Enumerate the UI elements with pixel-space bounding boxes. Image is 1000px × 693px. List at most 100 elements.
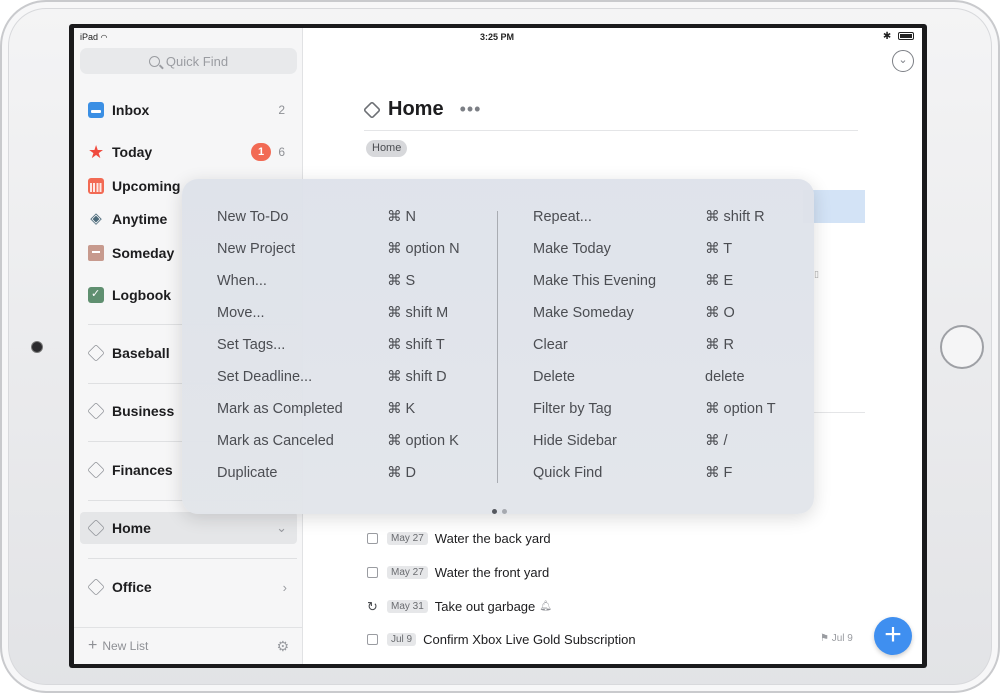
shortcut-keys: ⌘ option K	[387, 433, 459, 449]
search-icon	[148, 55, 160, 67]
quick-find-field[interactable]: Quick Find	[80, 48, 297, 74]
more-options-button[interactable]: •••	[460, 99, 482, 120]
sidebar-item-label: Home	[112, 520, 151, 536]
shortcut-action: Mark as Canceled	[217, 433, 334, 449]
sidebar-item-label: Logbook	[112, 287, 172, 303]
quick-find-placeholder: Quick Find	[165, 53, 229, 69]
sidebar-area-office[interactable]: Office ›	[80, 571, 297, 603]
shortcut-action: Make Today	[533, 241, 611, 257]
area-icon	[87, 461, 105, 479]
task-row[interactable]: May 27 Water the back yard	[367, 528, 551, 548]
page-dot-active[interactable]	[491, 509, 497, 514]
project-header: Home •••	[362, 98, 482, 121]
plus-icon: +	[88, 637, 98, 654]
task-row[interactable]: May 27 Water the front yard	[367, 562, 549, 582]
date-tag: May 31	[387, 599, 428, 613]
home-button[interactable]	[940, 325, 984, 369]
divider	[88, 558, 297, 559]
divider	[813, 412, 865, 413]
shortcut-action: Move...	[217, 305, 265, 321]
tag-filter-pill[interactable]: Home	[366, 140, 408, 157]
sidebar-item-label: Upcoming	[112, 178, 181, 194]
flag-icon: ⚑	[820, 633, 829, 644]
shortcut-keys: ⌘ shift M	[387, 305, 449, 321]
keyboard-shortcuts-overlay: New To-Do ⌘ N New Project ⌘ option N Whe…	[182, 179, 814, 514]
shortcut-keys: ⌘ T	[705, 241, 733, 257]
sidebar-item-label: Today	[112, 144, 153, 160]
inbox-icon	[88, 102, 104, 118]
shortcut-action: Repeat...	[533, 209, 592, 225]
shortcut-keys: ⌘ shift D	[387, 369, 447, 385]
chevron-down-icon[interactable]: ⌄	[276, 520, 287, 536]
area-icon	[362, 100, 382, 119]
task-title: Water the front yard	[434, 564, 550, 580]
task-checkbox[interactable]	[367, 532, 378, 544]
task-title: Water the back yard	[434, 530, 551, 546]
shortcut-action: New Project	[217, 241, 296, 257]
shortcut-keys: ⌘ option N	[387, 241, 460, 257]
repeat-icon[interactable]: ↻	[367, 600, 380, 613]
divider	[364, 130, 858, 131]
shortcut-keys: ⌘ O	[705, 305, 735, 321]
shortcut-action: Set Tags...	[217, 337, 286, 353]
task-row[interactable]: Jul 9 Confirm Xbox Live Gold Subscriptio…	[367, 629, 636, 649]
new-list-button[interactable]: + New List	[88, 637, 149, 654]
shortcut-keys: ⌘ D	[387, 465, 416, 481]
shortcut-keys: ⌘ S	[387, 273, 416, 289]
task-checkbox[interactable]	[367, 633, 378, 645]
shortcut-action: Quick Find	[533, 465, 603, 481]
gear-icon[interactable]: ⚙	[276, 638, 289, 655]
shortcut-action: Hide Sidebar	[533, 433, 617, 449]
task-checkbox[interactable]	[367, 566, 378, 578]
sidebar-item-inbox[interactable]: Inbox 2	[80, 94, 297, 126]
wifi-icon: ◠	[100, 33, 108, 42]
deadline-date: Jul 9	[831, 633, 853, 644]
deadline-label: ⚑ Jul 9	[820, 633, 853, 644]
chevron-circle-icon[interactable]: ⌄	[892, 50, 914, 72]
shortcut-keys: delete	[705, 369, 745, 385]
page-dot[interactable]	[501, 509, 507, 514]
shortcut-keys: ⌘ K	[387, 401, 416, 417]
sidebar-item-label: Finances	[112, 462, 173, 478]
new-list-label: New List	[102, 639, 149, 653]
shortcut-action: Set Deadline...	[217, 369, 313, 385]
shortcut-action: Make This Evening	[533, 273, 657, 289]
column-divider	[497, 211, 498, 483]
shortcut-action: Mark as Completed	[217, 401, 343, 417]
star-icon: ★	[88, 142, 105, 162]
note-icon: ▯	[814, 269, 819, 279]
sidebar-item-label: Business	[112, 403, 175, 419]
shortcut-keys: ⌘ R	[705, 337, 734, 353]
logbook-icon	[88, 287, 104, 303]
area-icon	[87, 344, 105, 362]
device-name: iPad	[80, 32, 99, 42]
add-todo-button[interactable]: +	[874, 617, 912, 655]
sidebar-area-home[interactable]: Home ⌄	[80, 512, 297, 544]
date-tag: May 27	[387, 531, 428, 545]
sidebar-item-today[interactable]: ★ Today 1 6	[80, 136, 297, 168]
task-title: Confirm Xbox Live Gold Subscription	[423, 631, 636, 647]
today-count: 6	[278, 145, 285, 159]
shortcut-action: When...	[217, 273, 267, 289]
shortcut-keys: ⌘ option T	[705, 401, 776, 417]
bell-icon: 🔔︎	[539, 600, 552, 612]
calendar-icon	[88, 178, 104, 194]
task-row[interactable]: ↻ May 31 Take out garbage 🔔︎	[367, 596, 552, 616]
shortcut-action: Clear	[533, 337, 568, 353]
sidebar-footer: + New List ⚙	[74, 627, 303, 664]
shortcut-keys: ⌘ N	[387, 209, 416, 225]
shortcut-action: Make Someday	[533, 305, 634, 321]
page-indicator[interactable]	[489, 501, 509, 519]
page-title[interactable]: Home	[388, 98, 444, 121]
shortcut-action: Filter by Tag	[533, 401, 612, 417]
shortcut-keys: ⌘ shift T	[387, 337, 445, 353]
chevron-right-icon[interactable]: ›	[283, 580, 287, 595]
device-label: iPad ◠	[80, 32, 108, 42]
archive-box-icon	[88, 245, 104, 261]
date-tag: Jul 9	[387, 632, 417, 646]
sidebar-item-label: Anytime	[112, 211, 168, 227]
sidebar-item-label: Office	[112, 579, 152, 595]
area-icon	[87, 519, 105, 537]
shortcut-keys: ⌘ /	[705, 433, 728, 449]
shortcut-keys: ⌘ shift R	[705, 209, 765, 225]
